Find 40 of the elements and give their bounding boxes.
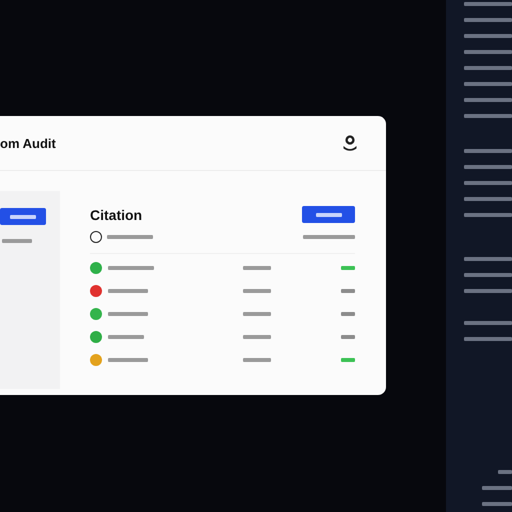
illegible-text: [498, 470, 512, 474]
action-button[interactable]: [302, 206, 355, 223]
illegible-text: [464, 34, 512, 38]
illegible-text: [464, 98, 512, 102]
illegible-text: [464, 18, 512, 22]
illegible-text: [303, 235, 355, 239]
illegible-text: [464, 257, 512, 261]
illegible-text: [482, 502, 512, 506]
illegible-text: [464, 337, 512, 341]
illegible-text: [464, 2, 512, 6]
illegible-text: [243, 289, 271, 293]
illegible-text: [464, 50, 512, 54]
illegible-text: [108, 312, 148, 316]
illegible-text: [464, 82, 512, 86]
illegible-text: [464, 165, 512, 169]
illegible-text: [243, 266, 271, 270]
illegible-text: [108, 358, 148, 362]
illegible-text: [108, 266, 154, 270]
illegible-text: [107, 235, 153, 239]
illegible-text: [243, 358, 271, 362]
illegible-text: [464, 114, 512, 118]
illegible-text: [464, 149, 512, 153]
illegible-text: [108, 289, 148, 293]
illegible-text: [464, 213, 512, 217]
illegible-text: [108, 335, 144, 339]
illegible-text: [464, 273, 512, 277]
user-icon[interactable]: [342, 134, 358, 152]
illegible-text: [2, 239, 32, 243]
illegible-text: [243, 335, 271, 339]
illegible-text: [464, 321, 512, 325]
sidebar-button[interactable]: [0, 208, 46, 225]
radio-button[interactable]: [90, 231, 102, 243]
illegible-text: [464, 66, 512, 70]
illegible-text: [464, 181, 512, 185]
illegible-text: [464, 289, 512, 293]
illegible-text: [464, 197, 512, 201]
section-heading: Citation: [90, 206, 142, 222]
illegible-text: [482, 486, 512, 490]
window-title: om Audit: [0, 136, 56, 150]
illegible-text: [243, 312, 271, 316]
